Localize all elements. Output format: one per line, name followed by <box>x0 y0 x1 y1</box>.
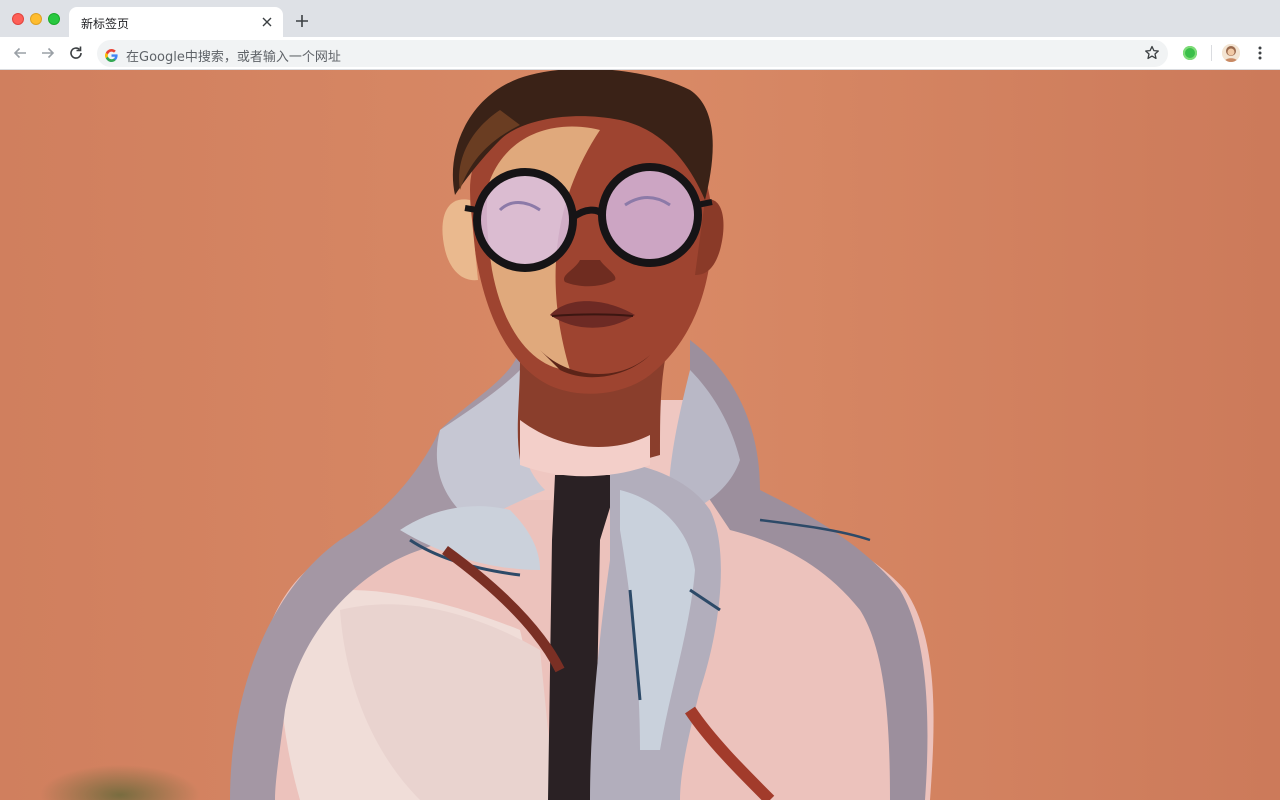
star-icon[interactable] <box>1144 45 1160 61</box>
window-close-button[interactable] <box>12 13 24 25</box>
avatar-icon[interactable] <box>1222 44 1240 62</box>
browser-window: 新标签页 在Google中搜索，或者输入一个网址 <box>0 0 1280 800</box>
toolbar: 在Google中搜索，或者输入一个网址 <box>0 37 1280 70</box>
close-icon[interactable] <box>259 14 275 30</box>
address-bar[interactable]: 在Google中搜索，或者输入一个网址 <box>97 40 1168 67</box>
reload-icon[interactable] <box>67 44 85 62</box>
address-bar-placeholder: 在Google中搜索，或者输入一个网址 <box>126 50 341 65</box>
plus-icon[interactable] <box>292 11 312 31</box>
new-tab-wallpaper <box>0 70 1280 800</box>
green-circle-extension-icon[interactable] <box>1183 46 1197 60</box>
tab-new-tab[interactable]: 新标签页 <box>69 7 283 37</box>
toolbar-divider <box>1211 45 1212 61</box>
google-g-icon <box>105 47 118 62</box>
tab-strip: 新标签页 <box>0 0 1280 37</box>
three-dot-menu-icon[interactable] <box>1255 45 1265 61</box>
arrow-right-icon[interactable] <box>39 44 57 62</box>
illustration-person-icon <box>0 70 1280 800</box>
window-minimize-button[interactable] <box>30 13 42 25</box>
arrow-left-icon[interactable] <box>11 44 29 62</box>
tab-title: 新标签页 <box>81 17 130 31</box>
window-maximize-button[interactable] <box>48 13 60 25</box>
